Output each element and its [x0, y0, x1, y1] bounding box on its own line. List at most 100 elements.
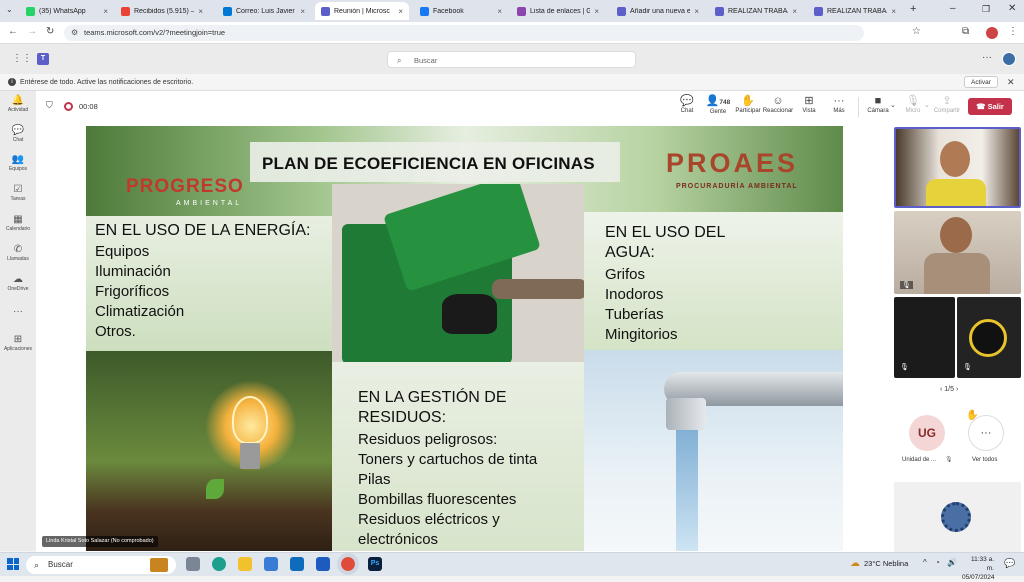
tab-label: Reunión | Microsc — [334, 7, 390, 15]
rail-item[interactable]: ✆ Llamadas — [0, 244, 36, 262]
rail-item-label: OneDrive — [7, 286, 29, 292]
browser-tab[interactable]: Lista de enlaces | Go × — [511, 2, 605, 20]
energy-item: Otros. — [95, 323, 136, 340]
hand-icon: ✋ — [741, 95, 755, 107]
rail-item[interactable]: ▦ Calendario — [0, 214, 36, 232]
energy-item: Iluminación — [95, 263, 171, 280]
more-icon: ··· — [833, 95, 845, 107]
leave-button[interactable]: ☎ Salir — [968, 98, 1012, 115]
settings-more-icon[interactable]: ··· — [982, 52, 992, 63]
video-tile-logo[interactable]: 🎙 — [957, 297, 1021, 378]
faucet-photo — [584, 350, 843, 551]
browser-tab[interactable]: Recibidos (5.915) – m× — [115, 2, 209, 20]
wifi-icon[interactable]: ◔ — [935, 558, 940, 567]
site-info-icon[interactable]: ⚙ — [71, 25, 78, 41]
next-page-icon[interactable]: › — [956, 386, 958, 393]
tab-label: Añadir una nueva en — [630, 7, 691, 15]
camera-button[interactable]: ■ Cámara — [863, 95, 893, 114]
tab-close-icon[interactable]: × — [198, 7, 203, 16]
self-view-tile[interactable] — [894, 482, 1021, 552]
self-avatar — [941, 502, 971, 532]
video-tile-presenter[interactable] — [894, 127, 1021, 208]
share-button[interactable]: ⇪ Compartir — [932, 95, 962, 114]
tab-close-icon[interactable]: × — [694, 7, 699, 16]
taskbar-search[interactable]: ⌕ Buscar — [26, 556, 176, 574]
close-window-icon[interactable]: ✕ — [1008, 3, 1016, 14]
tab-close-icon[interactable]: × — [792, 7, 797, 16]
browser-tab[interactable]: REALIZAN TRABAJOS × — [808, 2, 902, 20]
file-explorer-icon[interactable] — [238, 557, 252, 571]
camera-options-icon[interactable]: ⌄ — [890, 101, 896, 109]
proaes-logo-sub: PROCURADURÍA AMBIENTAL — [676, 183, 798, 190]
video-tile-participant[interactable]: 🎙 — [894, 211, 1021, 294]
view-button[interactable]: ⊞ Vista — [794, 95, 824, 114]
url-field[interactable]: ⚙ teams.microsoft.com/v2/?meetingjoin=tr… — [64, 25, 864, 41]
mail-icon[interactable] — [290, 557, 304, 571]
waste-heading-line2: RESIDUOS: — [358, 409, 447, 426]
tab-close-icon[interactable]: × — [497, 7, 502, 16]
view-all-button[interactable]: ··· — [968, 415, 1004, 451]
search-placeholder: Buscar — [414, 56, 438, 65]
browser-tab[interactable]: REALIZAN TRABAJOS × — [709, 2, 803, 20]
edge-icon[interactable] — [212, 557, 226, 571]
tab-close-icon[interactable]: × — [103, 7, 108, 16]
browser-tab[interactable]: (35) WhatsApp × — [20, 2, 114, 20]
extensions-icon[interactable]: ⧉ — [962, 26, 969, 37]
people-button[interactable]: 👤748 Gente — [701, 95, 735, 115]
notification-center-icon[interactable]: 💬 — [1004, 558, 1015, 569]
reload-icon[interactable]: ↻ — [46, 26, 54, 37]
rail-item[interactable]: 💬 Chat — [0, 125, 36, 143]
tab-close-icon[interactable]: × — [891, 7, 896, 16]
notification-text: Entérese de todo. Active las notificacio… — [20, 79, 194, 86]
camera-off-icon: ■ — [874, 95, 882, 107]
activate-button[interactable]: Activar — [964, 76, 998, 88]
rail-item[interactable]: ☑ Tareas — [0, 184, 36, 202]
task-view-icon[interactable] — [186, 557, 200, 571]
forward-icon[interactable]: → — [27, 26, 37, 37]
tray-chevron-icon[interactable]: ^ — [923, 558, 927, 567]
rail-item[interactable]: 👥 Equipos — [0, 154, 36, 172]
minimize-icon[interactable]: – — [950, 3, 956, 14]
store-icon[interactable] — [264, 557, 278, 571]
app-launcher-icon[interactable]: ⋮⋮ — [12, 53, 32, 64]
chat-button[interactable]: 💬 Chat — [672, 95, 702, 114]
restore-icon[interactable]: ❐ — [982, 4, 990, 15]
volume-icon[interactable]: 🔊 — [947, 558, 957, 567]
react-button[interactable]: ☺ Reaccionar — [761, 95, 795, 114]
rail-item[interactable]: ··· — [0, 306, 36, 318]
rail-item[interactable]: ☁ OneDrive — [0, 274, 36, 292]
word-icon[interactable] — [316, 557, 330, 571]
browser-tab[interactable]: Correo: Luis Javier Pr × — [217, 2, 311, 20]
tab-close-icon[interactable]: × — [594, 7, 599, 16]
bookmark-star-icon[interactable]: ☆ — [912, 26, 921, 37]
chrome-icon[interactable] — [337, 553, 359, 575]
mic-muted-icon: 🎙 — [945, 457, 953, 463]
photoshop-icon[interactable]: Ps — [368, 557, 382, 571]
tab-search-menu-icon[interactable]: ⌄ — [6, 5, 13, 14]
start-button[interactable] — [7, 558, 19, 570]
browser-tab[interactable]: Facebook × — [414, 2, 508, 20]
close-notification-icon[interactable]: ✕ — [1007, 74, 1015, 91]
tab-close-icon[interactable]: × — [398, 7, 403, 16]
profile-avatar[interactable] — [986, 27, 998, 39]
rail-item[interactable]: 🔔 Actividad — [0, 95, 36, 113]
mic-options-icon[interactable]: ⌄ — [924, 101, 930, 109]
view-all-label[interactable]: Ver todos — [972, 457, 997, 463]
browser-tab[interactable]: Reunión | Microsc × — [315, 2, 409, 20]
raise-hand-button[interactable]: ✋ Participar — [731, 95, 765, 114]
user-avatar[interactable] — [1002, 52, 1016, 66]
clock[interactable]: 11:33 a. m. 05/07/2024 — [962, 555, 995, 582]
weather-text[interactable]: 23°C Neblina — [864, 559, 908, 568]
participant-avatar[interactable]: UG — [909, 415, 945, 451]
browser-tab[interactable]: Añadir una nueva en × — [611, 2, 705, 20]
browser-menu-icon[interactable]: ⋮ — [1008, 26, 1018, 37]
rail-item[interactable]: ⊞ Aplicaciones — [0, 334, 36, 352]
more-button[interactable]: ··· Más — [824, 95, 854, 114]
tab-favicon-icon — [420, 6, 429, 16]
cloud-icon: ☁ — [13, 274, 23, 285]
video-tile-dark[interactable]: 🎙 — [894, 297, 955, 378]
back-icon[interactable]: ← — [8, 26, 18, 37]
search-input[interactable]: ⌕ Buscar — [387, 51, 636, 68]
new-tab-button[interactable]: + — [910, 3, 916, 15]
tab-close-icon[interactable]: × — [300, 7, 305, 16]
